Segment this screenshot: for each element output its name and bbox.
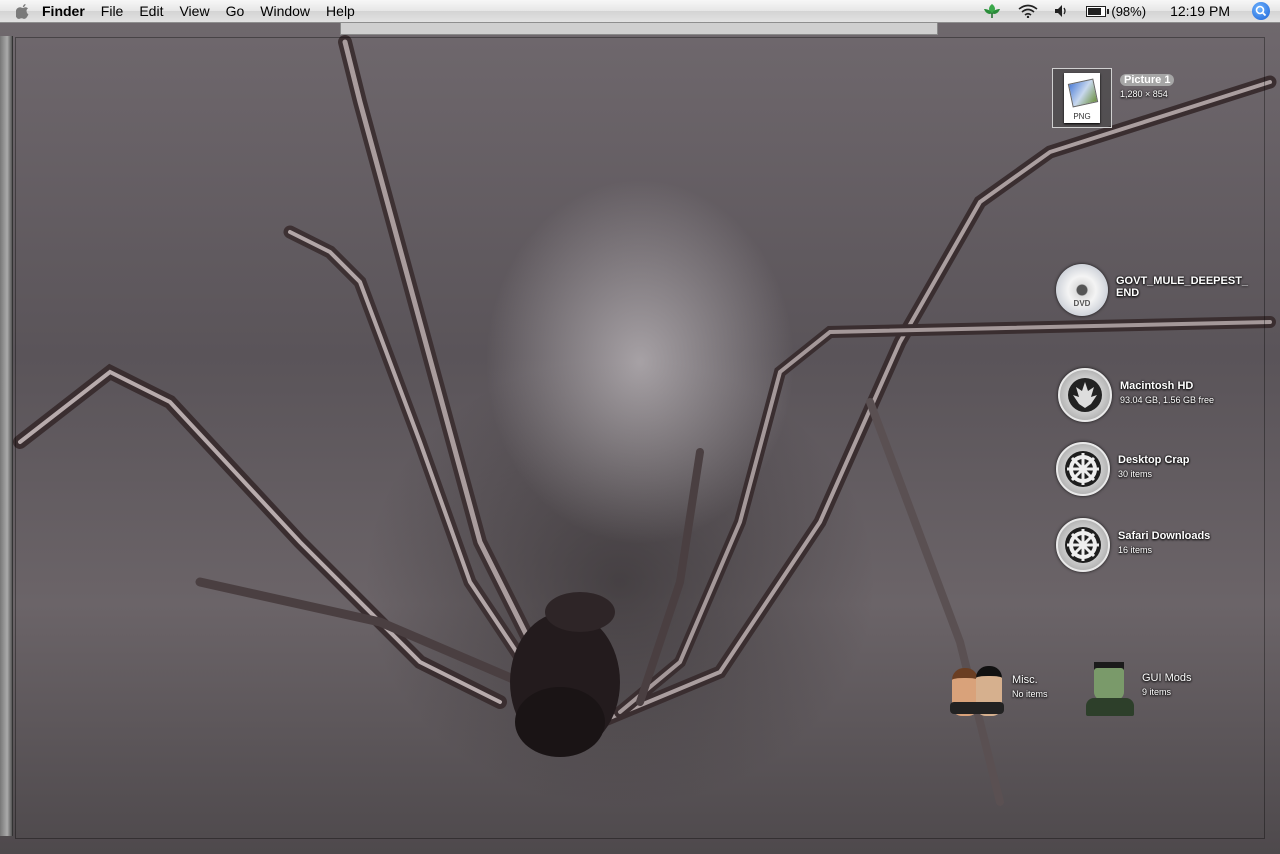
menu-go[interactable]: Go <box>218 0 253 22</box>
imperial-emblem-folder-icon <box>1056 518 1110 572</box>
icon-label: Macintosh HD <box>1120 380 1194 392</box>
menubar-drawer-tab <box>340 22 938 35</box>
menubar-clock[interactable]: 12:19 PM <box>1170 3 1230 19</box>
menu-view[interactable]: View <box>171 0 217 22</box>
menu-window[interactable]: Window <box>252 0 318 22</box>
desktop-icon-safari-downloads[interactable]: Safari Downloads 16 items <box>1056 518 1210 572</box>
desktop-icon-misc[interactable]: Misc. No items <box>950 662 1048 716</box>
imperial-emblem-folder-icon <box>1056 442 1110 496</box>
icon-info: 16 items <box>1118 545 1153 555</box>
icon-label: Desktop Crap <box>1118 454 1190 466</box>
icon-label: GOVT_MULE_DEEPEST_ END <box>1116 275 1249 299</box>
desktop[interactable]: PNG Picture 1 1,280 × 854 DVD GOVT_MULE_… <box>0 22 1280 854</box>
volume-icon[interactable] <box>1054 4 1070 18</box>
kirk-spock-folder-icon <box>950 662 1004 716</box>
icon-info: 9 items <box>1142 687 1172 697</box>
icon-info: 30 items <box>1118 469 1153 479</box>
icon-label: Picture 1 <box>1120 74 1175 86</box>
dvd-badge: DVD <box>1073 299 1091 308</box>
dvd-disc-icon: DVD <box>1056 264 1108 316</box>
battery-icon <box>1086 5 1110 17</box>
desktop-icon-dvd[interactable]: DVD GOVT_MULE_DEEPEST_ END <box>1056 264 1248 316</box>
apple-menu-icon[interactable] <box>12 0 34 22</box>
icon-info: No items <box>1012 689 1048 699</box>
menu-file[interactable]: File <box>93 0 132 22</box>
icon-label: Safari Downloads <box>1118 530 1211 542</box>
battery-percent: (98%) <box>1111 3 1147 19</box>
icon-info: 93.04 GB, 1.56 GB free <box>1120 395 1215 405</box>
menubar: Finder File Edit View Go Window Help (98… <box>0 0 1280 23</box>
icon-info: 1,280 × 854 <box>1120 89 1168 99</box>
icon-label: Misc. <box>1012 674 1038 686</box>
drawer-edge[interactable] <box>0 36 13 836</box>
png-file-icon: PNG <box>1052 68 1112 128</box>
menu-edit[interactable]: Edit <box>131 0 171 22</box>
menu-finder[interactable]: Finder <box>34 0 93 22</box>
leaf-extra-icon[interactable] <box>982 3 1002 19</box>
spotlight-search-icon[interactable] <box>1252 2 1270 20</box>
wifi-icon[interactable] <box>1018 4 1038 18</box>
frankenstein-folder-icon <box>1086 660 1134 716</box>
menu-help[interactable]: Help <box>318 0 363 22</box>
battery-menu[interactable]: (98%) <box>1086 4 1146 19</box>
desktop-icon-gui-mods[interactable]: GUI Mods 9 items <box>1086 660 1192 716</box>
icon-label: GUI Mods <box>1142 672 1192 684</box>
png-badge: PNG <box>1073 112 1091 121</box>
desktop-icon-macintosh-hd[interactable]: Macintosh HD 93.04 GB, 1.56 GB free <box>1058 368 1214 422</box>
desktop-icon-picture-1[interactable]: PNG Picture 1 1,280 × 854 <box>1052 68 1175 128</box>
desktop-icon-desktop-crap[interactable]: Desktop Crap 30 items <box>1056 442 1190 496</box>
rebel-alliance-drive-icon <box>1058 368 1112 422</box>
wallpaper-frame <box>16 38 1264 838</box>
